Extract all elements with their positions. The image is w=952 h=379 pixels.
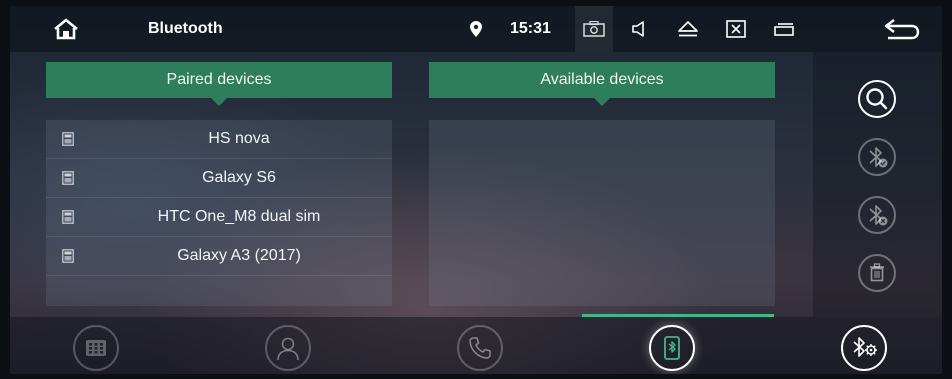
search-icon[interactable]: [858, 80, 896, 118]
available-devices-header[interactable]: Available devices: [429, 62, 775, 106]
location-pin-icon: [466, 6, 486, 52]
call-icon[interactable]: [457, 325, 503, 371]
camera-icon[interactable]: [575, 6, 613, 52]
close-box-icon[interactable]: [718, 6, 754, 52]
window-icon[interactable]: [766, 6, 802, 52]
status-bar: Bluetooth 15:31: [10, 6, 942, 52]
home-icon[interactable]: [46, 6, 86, 52]
device-name: HTC One_M8 dual sim: [157, 208, 321, 225]
device-name: Galaxy A3 (2017): [177, 247, 301, 264]
trash-icon[interactable]: [858, 254, 896, 292]
paired-device-row[interactable]: HTC One_M8 dual sim: [46, 198, 392, 237]
phone-icon: [62, 171, 74, 190]
phone-icon: [62, 210, 74, 229]
contacts-icon[interactable]: [265, 325, 311, 371]
device-name: Galaxy S6: [202, 169, 276, 186]
volume-icon[interactable]: [622, 6, 658, 52]
paired-devices-header[interactable]: Paired devices: [46, 62, 392, 106]
bluetooth-settings-icon[interactable]: [841, 325, 887, 371]
eject-icon[interactable]: [670, 6, 706, 52]
paired-device-row[interactable]: HS nova: [46, 120, 392, 159]
page-title: Bluetooth: [148, 20, 223, 37]
active-tab-indicator: [582, 314, 774, 317]
clock: 15:31: [510, 20, 551, 37]
bluetooth-disconnect-icon[interactable]: [858, 196, 896, 234]
phone-icon: [62, 132, 74, 151]
paired-device-row[interactable]: Galaxy A3 (2017): [46, 237, 392, 276]
back-icon[interactable]: [878, 6, 926, 52]
available-devices-list: [429, 120, 775, 306]
bluetooth-connect-icon[interactable]: [858, 138, 896, 176]
device-name: HS nova: [208, 130, 270, 147]
paired-device-row[interactable]: Galaxy S6: [46, 159, 392, 198]
phone-icon: [62, 249, 74, 268]
bluetooth-screen: Bluetooth 15:31 Paired devices HS nova G…: [10, 6, 942, 374]
paired-devices-list: HS nova Galaxy S6 HTC One_M8 dual sim Ga…: [46, 120, 392, 306]
dialpad-icon[interactable]: [73, 325, 119, 371]
bluetooth-phone-icon[interactable]: [649, 325, 695, 371]
